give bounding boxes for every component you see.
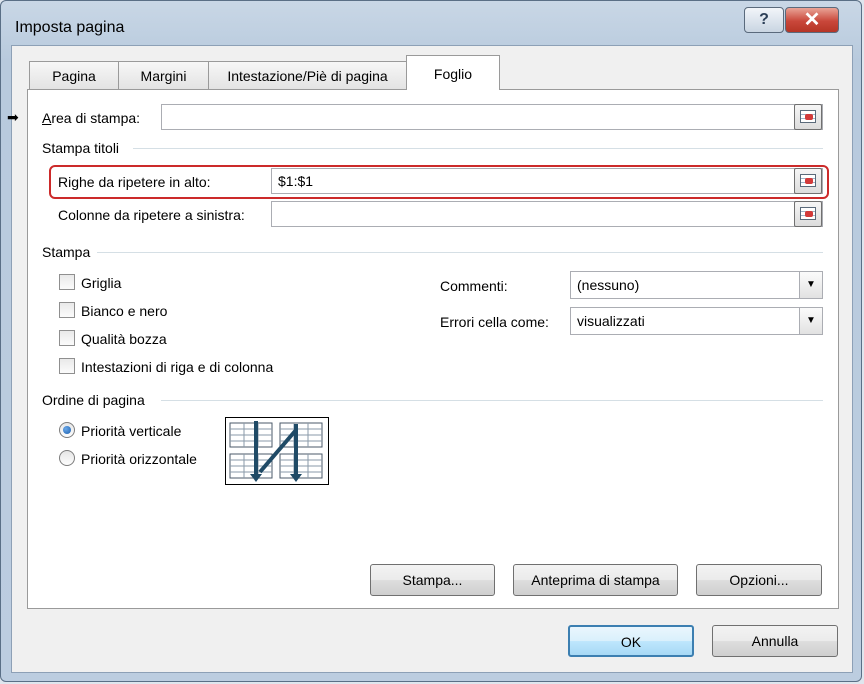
print-titles-heading: Stampa titoli [42,140,120,156]
divider [161,400,823,401]
over-then-down-label: Priorità orizzontale [81,451,197,467]
help-icon: ? [759,11,769,28]
repeat-cols-range-button[interactable] [794,201,822,227]
tab-intestazione[interactable]: Intestazione/Piè di pagina [208,61,407,89]
draft-quality-checkbox[interactable] [59,330,75,346]
print-heading: Stampa [42,244,91,260]
black-white-checkbox[interactable] [59,302,75,318]
headings-label: Intestazioni di riga e di colonna [81,359,274,375]
down-then-over-radio[interactable] [59,422,75,438]
tab-pagina[interactable]: Pagina [29,61,119,89]
dropdown-arrow-icon: ▼ [799,308,822,334]
gridlines-label: Griglia [81,275,122,291]
dialog-window: Imposta pagina ? ✕ Pagina Margini Intest… [0,0,862,682]
page-order-heading: Ordine di pagina [42,392,145,408]
cancel-button[interactable]: Annulla [712,625,838,657]
repeat-rows-range-button[interactable] [794,168,822,194]
print-area-range-button[interactable] [794,104,822,130]
print-area-input[interactable] [161,104,823,130]
comments-select[interactable]: (nessuno) ▼ [570,271,823,299]
black-white-label: Bianco e nero [81,303,168,319]
print-preview-button[interactable]: Anteprima di stampa [513,564,678,596]
divider [133,148,823,149]
repeat-cols-label: Colonne da ripetere a sinistra: [58,207,245,223]
close-button[interactable]: ✕ [785,7,839,33]
draft-quality-label: Qualità bozza [81,331,167,347]
repeat-cols-input[interactable] [271,201,823,227]
tab-foglio[interactable]: Foglio [406,55,500,90]
options-button[interactable]: Opzioni... [696,564,822,596]
divider [97,252,823,253]
help-button[interactable]: ? [744,7,784,33]
errors-select[interactable]: visualizzati ▼ [570,307,823,335]
page-order-diagram [225,417,329,485]
highlight-box [49,165,829,199]
gridlines-checkbox[interactable] [59,274,75,290]
tab-margini[interactable]: Margini [118,61,209,89]
window-title: Imposta pagina [15,19,125,36]
errors-label: Errori cella come: [440,314,549,330]
ok-button[interactable]: OK [568,625,694,657]
down-then-over-label: Priorità verticale [81,423,182,439]
over-then-down-radio[interactable] [59,450,75,466]
print-button[interactable]: Stampa... [370,564,495,596]
arrow-pointer-icon: ➡ [7,109,19,125]
dropdown-arrow-icon: ▼ [799,272,822,298]
headings-checkbox[interactable] [59,358,75,374]
print-area-label: Area di stampa: [42,110,141,126]
close-icon: ✕ [803,9,821,31]
comments-label: Commenti: [440,278,508,294]
